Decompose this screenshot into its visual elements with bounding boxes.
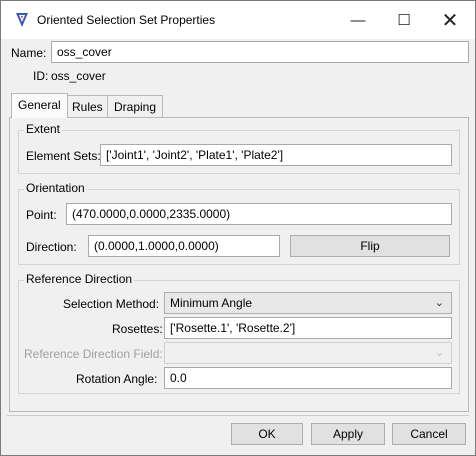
maximize-button[interactable]: ☐ [381,1,427,39]
rosettes-label: Rosettes: [112,322,163,336]
selection-method-value: Minimum Angle [170,296,253,310]
direction-label: Direction: [26,240,77,254]
extent-group-title: Extent [24,122,63,136]
cancel-button[interactable]: Cancel [392,423,466,445]
chevron-down-icon: ⌄ [434,347,444,359]
element-sets-input[interactable]: ['Joint1', 'Joint2', 'Plate1', 'Plate2'] [100,144,452,166]
minimize-icon: — [350,11,366,29]
point-label: Point: [26,208,57,222]
orientation-group-title: Orientation [24,181,87,195]
tab-draping[interactable]: Draping [107,95,164,117]
reference-direction-field-select: ⌄ [164,342,452,364]
ok-button[interactable]: OK [231,423,303,445]
name-input[interactable]: oss_cover [51,41,469,63]
id-value: oss_cover [51,69,106,83]
chevron-down-icon: ⌄ [434,297,444,309]
id-label: ID: [33,69,49,83]
maximize-icon: ☐ [397,12,411,29]
selection-method-select[interactable]: Minimum Angle ⌄ [164,292,452,314]
window-title: Oriented Selection Set Properties [37,13,216,27]
apply-button[interactable]: Apply [311,423,385,445]
reference-direction-field-label: Reference Direction Field: [24,347,163,361]
element-sets-label: Element Sets: [26,149,101,163]
tab-rules[interactable]: Rules [65,95,110,117]
close-icon: ✕ [441,9,459,32]
rotation-angle-input[interactable]: 0.0 [164,367,452,389]
general-tab-panel: Extent Element Sets: ['Joint1', 'Joint2'… [9,117,469,412]
flip-button[interactable]: Flip [290,235,450,257]
minimize-button[interactable]: — [335,1,381,39]
rotation-angle-label: Rotation Angle: [76,372,158,386]
tab-general[interactable]: General [11,93,68,118]
name-label: Name: [11,46,47,60]
close-button[interactable]: ✕ [427,1,473,39]
title-bar[interactable]: Oriented Selection Set Properties — ☐ ✕ [1,1,475,39]
selection-method-label: Selection Method: [63,297,160,311]
dialog-window: Oriented Selection Set Properties — ☐ ✕ … [0,0,476,456]
direction-input[interactable]: (0.0000,1.0000,0.0000) [88,235,280,257]
rosettes-input[interactable]: ['Rosette.1', 'Rosette.2'] [164,317,452,339]
point-input[interactable]: (470.0000,0.0000,2335.0000) [66,203,452,225]
app-logo-icon [16,13,28,27]
footer-separator [7,415,469,416]
reference-direction-group-title: Reference Direction [24,272,135,286]
